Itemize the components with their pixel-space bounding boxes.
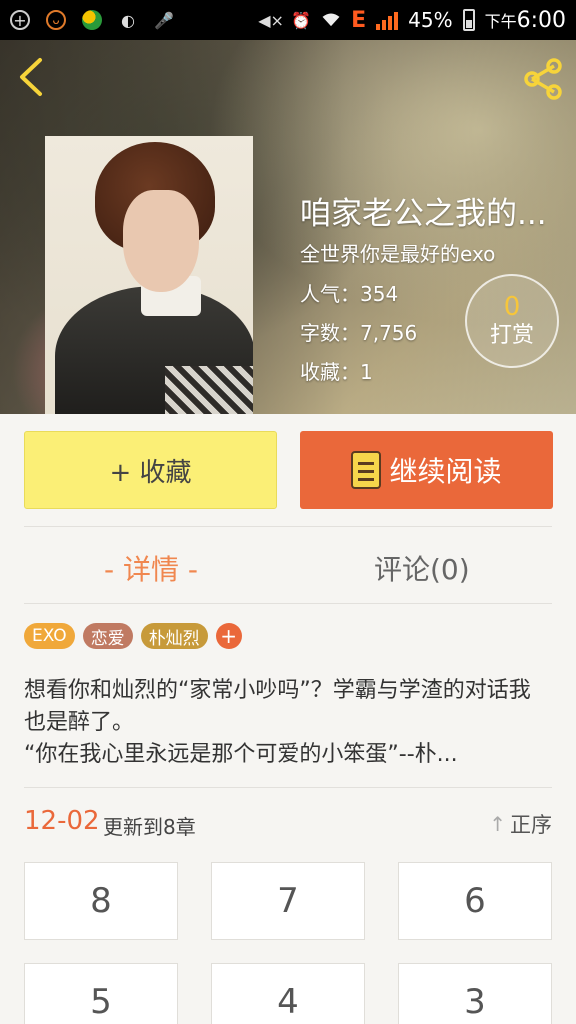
tag-character[interactable]: 朴灿烈 [140, 623, 208, 649]
update-text: 更新到8章 [103, 815, 196, 839]
tab-detail[interactable]: - 详情 - [104, 548, 198, 588]
add-icon: + [10, 10, 30, 30]
back-button[interactable] [14, 56, 50, 98]
clock: 6:00 [516, 7, 566, 33]
popularity-count: 人气：354 [300, 282, 399, 306]
book-header: 咱家老公之我的... 全世界你是最好的exo 人气：354 字数：7,756 收… [0, 40, 576, 414]
arrow-up-icon: ↑ [489, 812, 506, 836]
add-favorite-button[interactable]: + 收藏 [24, 431, 277, 509]
tip-count: 0 [503, 292, 521, 322]
signal-icon [376, 10, 399, 30]
word-count: 字数：7,756 [300, 321, 418, 345]
mute-icon: ◀× [258, 10, 284, 30]
time-period: 下午 [484, 11, 517, 31]
smiley-icon: ᴗ [46, 10, 66, 30]
divider [24, 603, 552, 604]
tag-exo[interactable]: EXO [24, 623, 75, 649]
chapter-button[interactable]: 5 [24, 963, 178, 1024]
tag-list: EXO 恋爱 朴灿烈 + [24, 623, 242, 649]
sort-order-label: 正序 [510, 813, 552, 837]
chapter-button[interactable]: 7 [211, 862, 365, 940]
chevron-left-icon [20, 58, 42, 96]
battery-icon [462, 9, 475, 31]
description-line-1: 想看你和灿烈的“家常小吵吗”？学霸与学渣的对话我也是醉了。 [24, 678, 531, 735]
wechat-icon: ◐ [121, 10, 135, 30]
book-description[interactable]: 想看你和灿烈的“家常小吵吗”？学霸与学渣的对话我也是醉了。 “你在我心里永远是那… [24, 675, 552, 771]
tip-button[interactable]: 0 打赏 [465, 274, 559, 368]
wifi-icon [321, 10, 341, 30]
tab-comments[interactable]: 评论(0) [374, 548, 470, 588]
favorites-count: 收藏：1 [300, 360, 373, 384]
status-bar: + ᴗ ◐ 🎤 ◀× ⏰ E 45% 下午6:00 [0, 0, 576, 40]
divider [24, 526, 552, 527]
tip-label: 打赏 [489, 323, 534, 348]
chapter-button[interactable]: 3 [398, 963, 552, 1024]
description-line-2: “你在我心里永远是那个可爱的小笨蛋”--朴... [24, 742, 458, 767]
continue-reading-label: 继续阅读 [389, 455, 502, 488]
share-button[interactable] [520, 56, 566, 102]
book-icon [351, 451, 382, 489]
sort-order-button[interactable]: ↑ 正序 [489, 809, 552, 839]
book-cover-image [45, 136, 253, 414]
network-type: E [351, 7, 367, 33]
share-icon [524, 58, 562, 100]
divider [24, 787, 552, 788]
update-date: 12-02 [24, 806, 100, 836]
app-notification-icon [82, 10, 102, 30]
battery-percent: 45% [408, 8, 453, 32]
book-author: 全世界你是最好的exo [300, 242, 496, 266]
chapter-button[interactable]: 4 [211, 963, 365, 1024]
tag-romance[interactable]: 恋爱 [82, 623, 133, 649]
chapter-button[interactable]: 6 [398, 862, 552, 940]
continue-reading-button[interactable]: 继续阅读 [300, 431, 553, 509]
book-title: 咱家老公之我的... [300, 196, 547, 232]
add-tag-button[interactable]: + [215, 623, 242, 649]
chapter-button[interactable]: 8 [24, 862, 178, 940]
microphone-icon: 🎤 [154, 10, 174, 30]
alarm-icon: ⏰ [291, 10, 312, 30]
